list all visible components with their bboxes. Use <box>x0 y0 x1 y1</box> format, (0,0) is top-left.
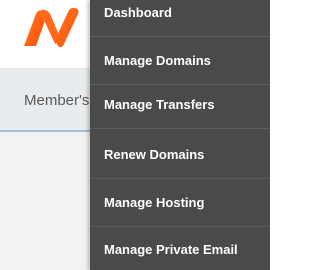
menu-item-manage-private-email[interactable]: Manage Private Email <box>104 242 238 257</box>
menu-divider <box>90 36 270 37</box>
member-nav-label[interactable]: Member's <box>24 92 89 109</box>
menu-item-dashboard[interactable]: Dashboard <box>104 5 172 20</box>
menu-divider <box>90 84 270 85</box>
namecheap-logo-icon[interactable] <box>22 6 84 48</box>
menu-divider <box>90 128 270 129</box>
menu-item-manage-transfers[interactable]: Manage Transfers <box>104 97 215 112</box>
menu-item-renew-domains[interactable]: Renew Domains <box>104 147 204 162</box>
account-dropdown-menu: Dashboard Manage Domains Manage Transfer… <box>90 0 270 270</box>
menu-divider <box>90 178 270 179</box>
menu-divider <box>90 226 270 227</box>
page: Member's Dashboard Manage Domains Manage… <box>0 0 270 270</box>
menu-item-manage-domains[interactable]: Manage Domains <box>104 53 211 68</box>
menu-item-manage-hosting[interactable]: Manage Hosting <box>104 195 204 210</box>
